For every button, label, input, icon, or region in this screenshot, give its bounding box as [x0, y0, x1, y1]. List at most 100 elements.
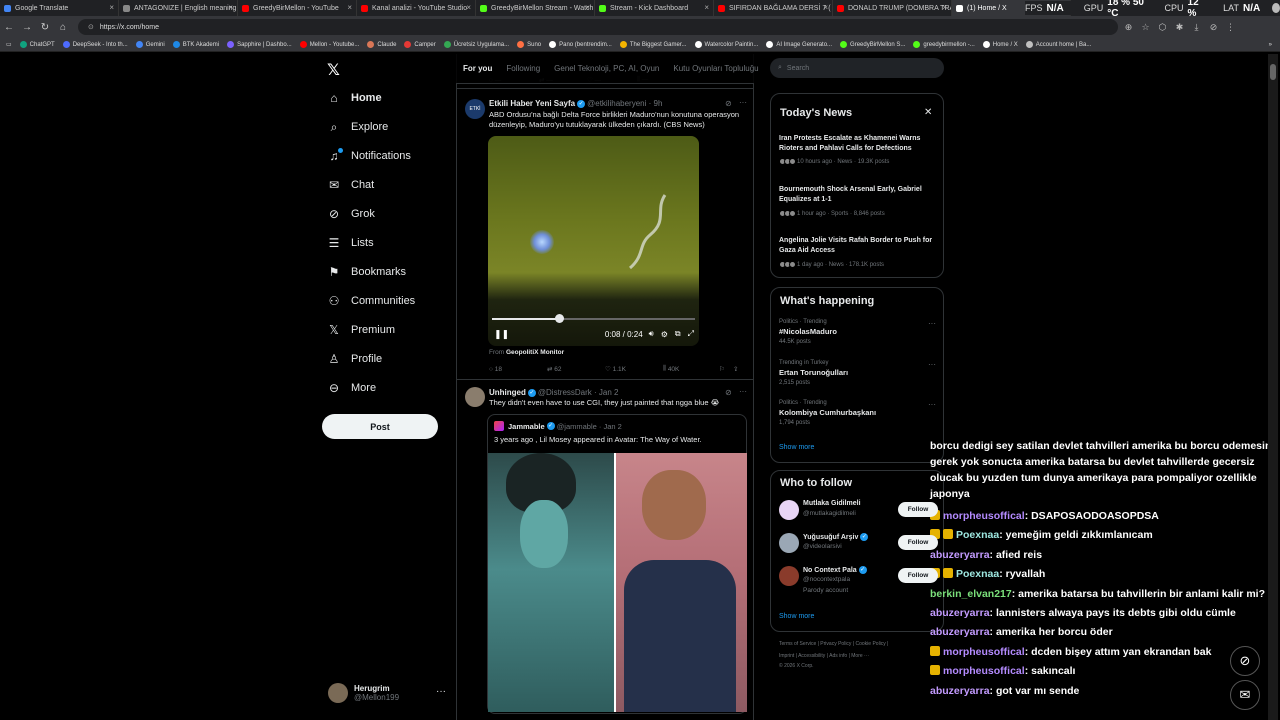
download-icon[interactable]: ⤓ [1188, 22, 1205, 33]
follow-button[interactable]: Follow [898, 502, 938, 517]
share-icon[interactable]: ⇪ [733, 365, 738, 373]
nav-profile[interactable]: ♙ Profile [327, 350, 383, 368]
chat-username[interactable]: abuzeryarra [930, 626, 990, 638]
chat-username[interactable]: abuzeryarra [930, 607, 990, 619]
extensions-icon[interactable]: ✱ [1171, 22, 1188, 33]
bookmark-item[interactable]: Suno [517, 41, 541, 48]
bookmark-item[interactable]: Pano (bentrendim... [549, 41, 612, 48]
account-switcher[interactable]: Herugrim @Mellon199 [328, 683, 399, 703]
avatar[interactable]: ETKİ [465, 99, 485, 119]
more-dots-icon[interactable]: ··· [928, 400, 936, 409]
bookmark-item[interactable]: Camper [404, 41, 436, 48]
browser-tab[interactable]: ANTAGONIZE | English meaning - × [119, 0, 238, 16]
pause-icon[interactable]: ❚❚ [494, 329, 509, 340]
browser-tab[interactable]: Google Translate × [0, 0, 119, 16]
reload-icon[interactable]: ↻ [36, 22, 54, 33]
more-dots-icon[interactable]: ··· [436, 686, 446, 697]
browser-tab[interactable]: GreedyBirMellon Stream - Watch × [476, 0, 595, 16]
bookmark-star-icon[interactable]: ☆ [1137, 22, 1154, 33]
volume-icon[interactable]: 🔊︎ [649, 329, 654, 339]
nav-explore[interactable]: ⌕ Explore [327, 118, 389, 136]
grok-icon[interactable]: ⊘ [725, 99, 732, 108]
news-item-title[interactable]: Angelina Jolie Visits Rafah Border to Pu… [779, 236, 937, 256]
close-icon[interactable]: × [704, 3, 709, 12]
nav-premium[interactable]: 𝕏 Premium [327, 321, 395, 339]
forward-icon[interactable]: → [18, 22, 36, 33]
news-item-title[interactable]: Bournemouth Shock Arsenal Early, Gabriel… [779, 185, 937, 205]
bookmark-item[interactable]: The Biggest Gamer... [619, 41, 687, 48]
trend-name[interactable]: Kolombiya Cumhurbaşkanı [779, 408, 876, 417]
timeline-tab[interactable]: Genel Teknoloji, PC, AI, Oyun [547, 54, 666, 84]
bookmark-item[interactable]: AI Image Generato... [766, 41, 832, 48]
timeline-tab[interactable]: Kutu Oyunları Topluluğu [666, 54, 765, 84]
close-icon[interactable]: × [228, 3, 233, 12]
chat-username[interactable]: morpheusoffical [943, 646, 1025, 658]
pin-icon[interactable]: ⊘ [1205, 22, 1222, 33]
close-icon[interactable]: × [466, 3, 471, 12]
grok-icon[interactable]: ⊘ [1230, 646, 1260, 676]
timeline-tab[interactable]: Following [499, 54, 547, 84]
close-icon[interactable]: × [942, 3, 947, 12]
chat-username[interactable]: Poexnaa [956, 568, 999, 580]
bookmark-item[interactable]: Claude [367, 41, 396, 48]
bookmark-item[interactable]: Sapphire | Dashbo... [227, 41, 292, 48]
close-icon[interactable]: × [585, 3, 590, 12]
like-button[interactable]: ♡ 1.1K [605, 365, 663, 374]
nav-communities[interactable]: ⚇ Communities [327, 292, 416, 310]
more-dots-icon[interactable]: ··· [928, 319, 936, 328]
bookmark-item[interactable]: Gemini [135, 41, 165, 48]
chat-username[interactable]: berkin_elvan217 [930, 588, 1012, 600]
bookmark-item[interactable]: BTK Akademi [172, 41, 219, 48]
avatar[interactable] [779, 500, 799, 520]
profile-avatar-icon[interactable] [1272, 3, 1280, 13]
footer-links[interactable]: Terms of Service | Privacy Policy | Cook… [779, 641, 888, 647]
site-info-icon[interactable]: ⊙ [88, 23, 94, 31]
bookmark-item[interactable]: Ücretsiz Uygulama... [443, 41, 509, 48]
bookmark-item[interactable]: ChatGPT [19, 41, 55, 48]
bookmark-item[interactable]: DeepSeek - Into th... [62, 41, 128, 48]
bookmark-item[interactable]: Account home | Ba... [1025, 41, 1091, 48]
nav-chat[interactable]: ✉ Chat [327, 176, 374, 194]
avatar[interactable] [779, 533, 799, 553]
menu-icon[interactable]: ⋮ [1222, 22, 1239, 33]
picture-in-picture-icon[interactable]: ⧉ [675, 329, 681, 339]
browser-tab[interactable]: Kanal analizi - YouTube Studio × [357, 0, 476, 16]
show-more-link[interactable]: Show more [779, 613, 814, 620]
bookmark-folder-icon[interactable]: ▭ [6, 41, 12, 48]
more-dots-icon[interactable]: ··· [928, 360, 936, 369]
video-scrubber-handle[interactable] [554, 314, 564, 323]
chat-username[interactable]: morpheusoffical [943, 510, 1025, 522]
bookmark-item[interactable]: GreedyBirMellon S... [840, 41, 905, 48]
nav-more[interactable]: ⊖ More [327, 379, 376, 397]
scrollbar-thumb[interactable] [1270, 64, 1276, 80]
messages-icon[interactable]: ✉ [1230, 680, 1260, 710]
timeline-tab[interactable]: For you [456, 54, 499, 84]
more-dots-icon[interactable]: ··· [739, 387, 747, 396]
video-source-link[interactable]: GeopolitiX Monitor [506, 349, 564, 356]
chat-username[interactable]: Poexnaa [956, 529, 999, 541]
more-dots-icon[interactable]: ··· [739, 98, 747, 107]
chat-username[interactable]: abuzeryarra [930, 685, 990, 697]
footer-links[interactable]: Imprint | Accessibility | Ads info | Mor… [779, 653, 869, 659]
nav-lists[interactable]: ☰ Lists [327, 234, 374, 252]
trend-name[interactable]: Ertan Torunoğulları [779, 368, 848, 377]
close-icon[interactable]: × [347, 3, 352, 12]
url-field[interactable]: ⊙ https://x.com/home [78, 19, 1118, 35]
follow-button[interactable]: Follow [898, 535, 938, 550]
bookmark-item[interactable]: greedybirmellon -... [913, 41, 975, 48]
grok-icon[interactable]: ⊘ [725, 388, 732, 397]
nav-home[interactable]: ⌂ Home [327, 89, 381, 107]
nav-bookmarks[interactable]: ⚑ Bookmarks [327, 263, 406, 281]
extension-icon[interactable]: ⬡ [1154, 22, 1171, 33]
show-more-link[interactable]: Show more [779, 444, 814, 451]
close-icon[interactable]: ✕ [924, 107, 932, 118]
reply-button[interactable]: ○ 18 [489, 365, 547, 373]
scrollbar[interactable] [1268, 54, 1278, 720]
x-logo-icon[interactable]: 𝕏 [327, 60, 340, 80]
browser-tab[interactable]: Stream - Kick Dashboard × [595, 0, 714, 16]
follow-button[interactable]: Follow [898, 568, 938, 583]
nav-grok[interactable]: ⊘ Grok [327, 205, 375, 223]
avatar[interactable] [779, 566, 799, 586]
close-icon[interactable]: × [109, 3, 114, 12]
bookmark-item[interactable]: Home / X [982, 41, 1018, 48]
